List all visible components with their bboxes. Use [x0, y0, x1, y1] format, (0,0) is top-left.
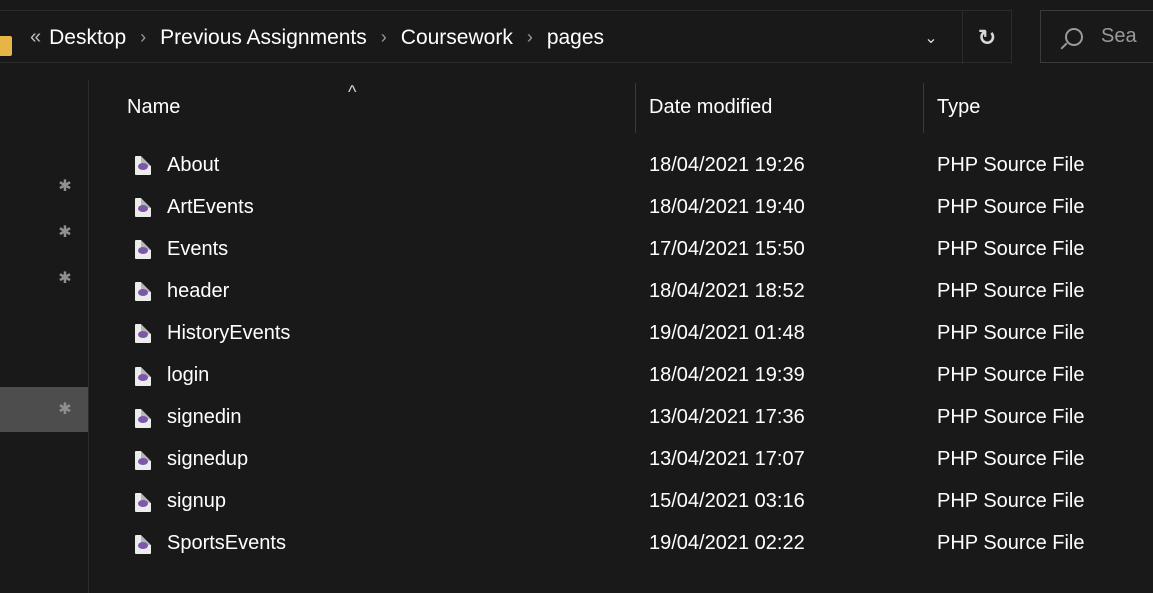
php-file-icon [135, 408, 151, 428]
breadcrumb-previous-assignments[interactable]: Previous Assignments [160, 26, 367, 50]
breadcrumb-separator-icon[interactable]: › [527, 27, 533, 48]
file-name: About [167, 153, 220, 176]
file-list: ^ Name Date modified Type About 18/04/202… [89, 80, 1153, 593]
breadcrumb: « Desktop › Previous Assignments › Cours… [30, 11, 604, 64]
file-type: PHP Source File [937, 364, 1085, 386]
refresh-icon[interactable]: ↻ [962, 11, 1012, 64]
file-date-modified: 19/04/2021 02:22 [649, 532, 805, 555]
table-row[interactable]: signup 15/04/2021 03:16 PHP Source File [89, 481, 1153, 523]
php-file-icon [135, 240, 151, 260]
file-name: header [167, 279, 230, 302]
pin-icon[interactable]: ✱ [55, 222, 75, 242]
breadcrumb-separator-icon[interactable]: › [381, 27, 387, 48]
breadcrumb-desktop[interactable]: Desktop [49, 26, 126, 50]
file-type: PHP Source File [937, 237, 1085, 260]
pin-icon[interactable]: ✱ [55, 268, 75, 288]
file-date-modified: 18/04/2021 19:39 [649, 364, 805, 386]
table-row[interactable]: ArtEvents 18/04/2021 19:40 PHP Source File [89, 186, 1153, 228]
file-name: ArtEvents [167, 195, 254, 218]
php-file-icon [135, 156, 151, 175]
column-divider[interactable] [923, 83, 924, 133]
table-row[interactable]: Events 17/04/2021 15:50 PHP Source File [89, 228, 1153, 270]
pin-icon[interactable]: ✱ [55, 399, 75, 419]
column-divider[interactable] [635, 83, 636, 133]
search-input[interactable]: Sea [1040, 10, 1153, 63]
php-file-icon [135, 492, 151, 512]
chevron-down-icon[interactable]: ⌄ [918, 11, 944, 64]
file-name: signedup [167, 448, 249, 471]
file-name: SportsEvents [167, 532, 286, 555]
file-date-modified: 15/04/2021 03:16 [649, 490, 805, 513]
file-type: PHP Source File [937, 532, 1085, 555]
table-row[interactable]: signedin 13/04/2021 17:36 PHP Source File [89, 397, 1153, 439]
table-row[interactable]: login 18/04/2021 19:39 PHP Source File [89, 355, 1153, 397]
php-file-icon [135, 282, 151, 302]
file-name: Events [167, 237, 229, 260]
breadcrumb-pages[interactable]: pages [547, 26, 604, 50]
folder-icon [0, 36, 12, 56]
file-date-modified: 18/04/2021 19:40 [649, 195, 805, 218]
navigation-pane: ✱ ✱ ✱ ✱ [0, 80, 89, 593]
file-date-modified: 18/04/2021 18:52 [649, 279, 805, 302]
file-name: login [167, 364, 210, 386]
table-row[interactable]: HistoryEvents 19/04/2021 01:48 PHP Source … [89, 312, 1153, 354]
file-type: PHP Source File [937, 321, 1085, 344]
file-type: PHP Source File [937, 406, 1085, 429]
search-icon [1065, 27, 1083, 46]
address-bar[interactable]: « Desktop › Previous Assignments › Cours… [0, 10, 1012, 64]
file-name: signedin [167, 406, 242, 429]
file-date-modified: 13/04/2021 17:07 [649, 448, 805, 471]
search-placeholder: Sea [1101, 25, 1137, 47]
column-header-name[interactable]: Name [127, 80, 632, 135]
column-header-type[interactable]: Type [937, 80, 1153, 135]
php-file-icon [135, 198, 151, 218]
file-type: PHP Source File [937, 153, 1085, 176]
php-file-icon [135, 534, 151, 554]
file-type: PHP Source File [937, 448, 1085, 471]
file-date-modified: 17/04/2021 15:50 [649, 237, 805, 260]
file-type: PHP Source File [937, 490, 1085, 513]
pin-icon[interactable]: ✱ [55, 176, 75, 196]
file-type: PHP Source File [937, 279, 1085, 302]
breadcrumb-separator-icon[interactable]: › [140, 27, 146, 48]
php-file-icon [135, 324, 151, 344]
table-row[interactable]: About 18/04/2021 19:26 PHP Source File [89, 144, 1153, 186]
file-date-modified: 13/04/2021 17:36 [649, 406, 805, 429]
address-toolbar: « Desktop › Previous Assignments › Cours… [0, 0, 1153, 70]
table-row[interactable]: SportsEvents 19/04/2021 02:22 PHP Source F… [89, 523, 1153, 565]
breadcrumb-overflow-button[interactable]: « [30, 26, 41, 49]
php-file-icon [135, 366, 151, 386]
file-name: HistoryEvents [167, 321, 291, 344]
php-file-icon [135, 450, 151, 470]
table-row[interactable]: header 18/04/2021 18:52 PHP Source File [89, 270, 1153, 312]
table-row[interactable]: signedup 13/04/2021 17:07 PHP Source File [89, 439, 1153, 481]
column-header-date-modified[interactable]: Date modified [649, 80, 919, 135]
file-date-modified: 18/04/2021 19:26 [649, 153, 805, 176]
file-type: PHP Source File [937, 195, 1085, 218]
breadcrumb-coursework[interactable]: Coursework [401, 26, 513, 50]
file-name: signup [167, 490, 226, 513]
file-date-modified: 19/04/2021 01:48 [649, 321, 805, 344]
